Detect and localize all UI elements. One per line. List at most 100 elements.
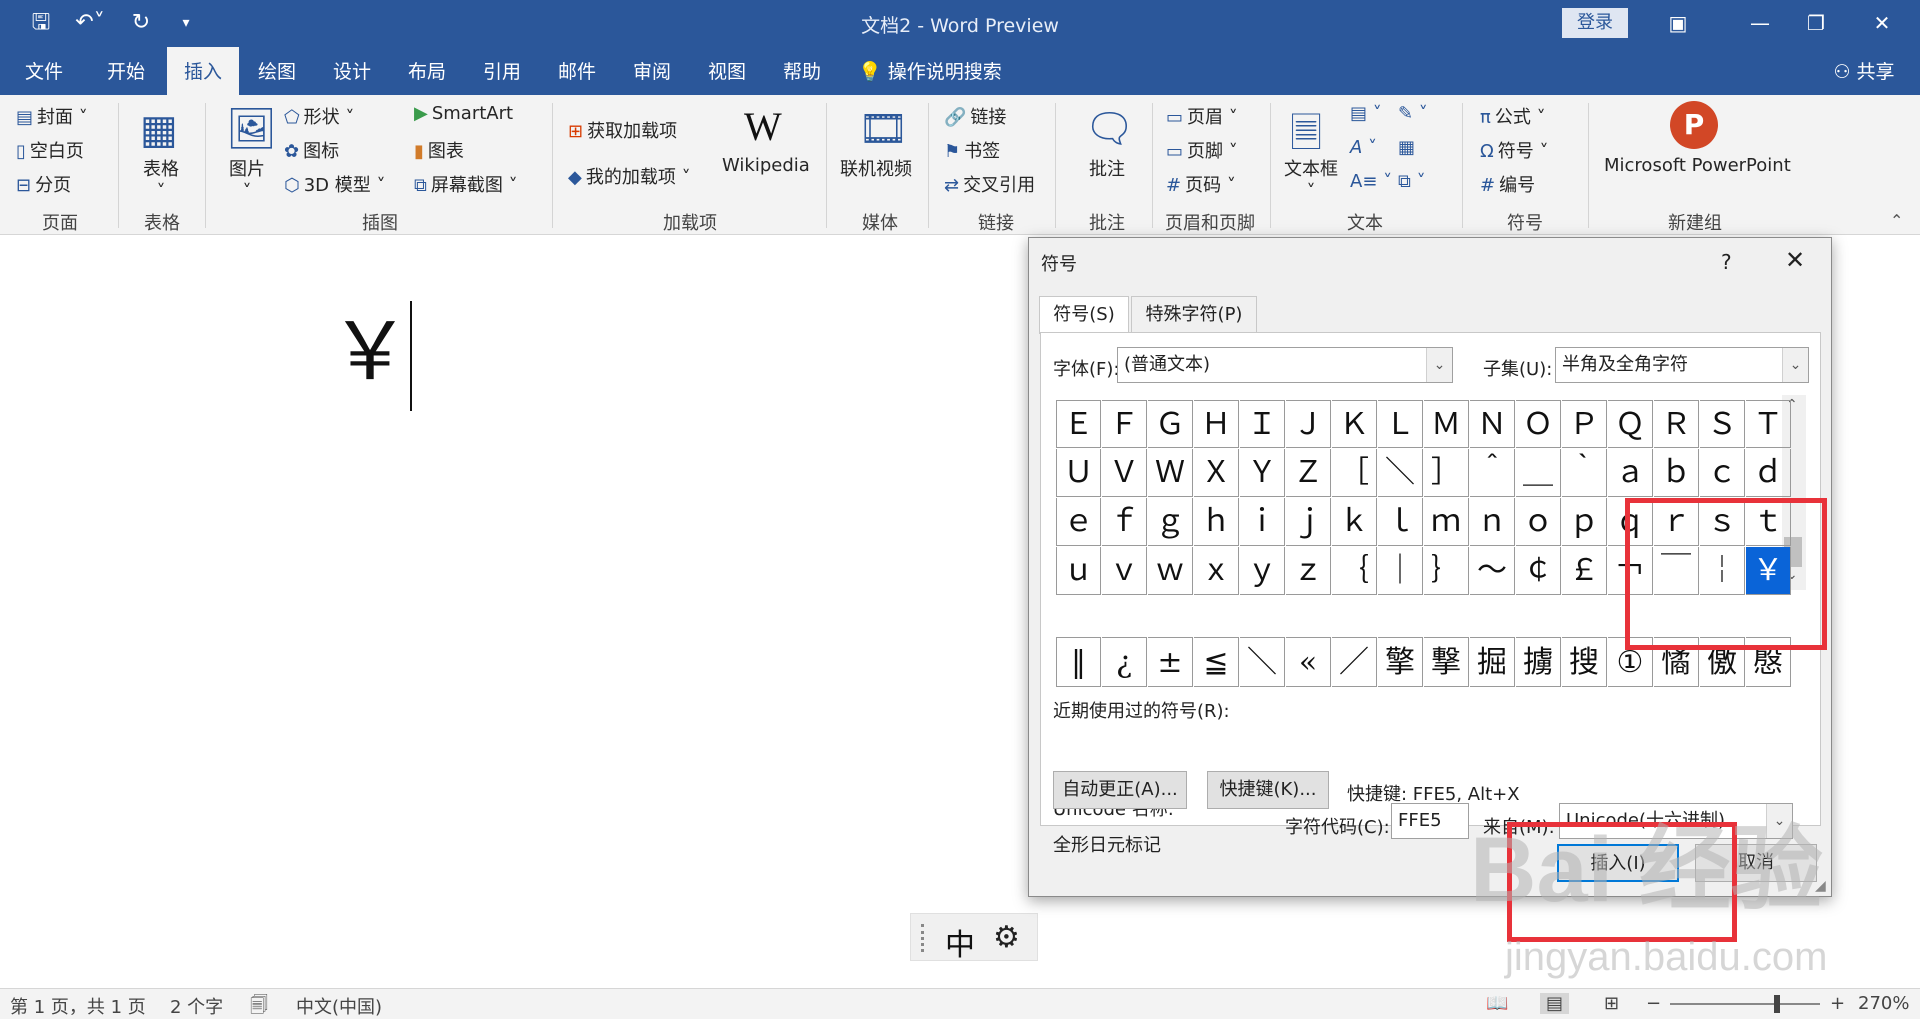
symbol-cell[interactable]: ｐ [1562, 498, 1607, 546]
tab-mailings[interactable]: 邮件 [545, 47, 609, 95]
symbol-cell[interactable]: Ｋ [1332, 400, 1377, 448]
symbol-button[interactable]: Ω 符号 ˅ [1480, 137, 1549, 163]
help-button[interactable]: ? [1721, 250, 1732, 274]
symbol-cell[interactable]: ｃ [1700, 449, 1745, 497]
symbol-cell[interactable]: Ｗ [1148, 449, 1193, 497]
symbol-cell[interactable]: ｏ [1516, 498, 1561, 546]
my-addins-button[interactable]: ◆ 我的加载项 ˅ [568, 163, 691, 189]
symbol-cell[interactable]: ｇ [1148, 498, 1193, 546]
ribbon-display-options-icon[interactable]: ▣ [1658, 6, 1698, 40]
drop-cap-icon[interactable]: A≡ ˅ [1350, 171, 1392, 192]
close-icon[interactable]: ✕ [1862, 6, 1902, 40]
date-time-icon[interactable]: ▦ [1398, 137, 1415, 158]
symbol-cell[interactable]: ＿ [1516, 449, 1561, 497]
shortcut-key-button[interactable]: 快捷键(K)... [1207, 771, 1329, 809]
cover-page-button[interactable]: ▤ 封面 ˅ [16, 103, 88, 129]
signature-line-icon[interactable]: ✎ ˅ [1398, 103, 1428, 124]
tab-help[interactable]: 帮助 [770, 47, 834, 95]
autocorrect-button[interactable]: 自动更正(A)... [1053, 771, 1187, 809]
recent-symbol-cell[interactable]: 擄 [1516, 637, 1561, 687]
ime-drag-handle[interactable] [921, 924, 924, 952]
symbol-cell[interactable]: ｄ [1746, 449, 1791, 497]
tell-me-search[interactable]: 💡 操作说明搜索 [858, 47, 1028, 95]
symbol-cell[interactable]: Ｑ [1608, 400, 1653, 448]
symbol-cell[interactable]: Ｓ [1700, 400, 1745, 448]
symbol-cell[interactable]: ｛ [1332, 547, 1377, 595]
symbol-cell[interactable]: ｚ [1286, 547, 1331, 595]
symbol-cell[interactable]: Ｅ [1056, 400, 1101, 448]
symbol-cell[interactable]: ｂ [1654, 449, 1699, 497]
symbol-cell[interactable]: Ｎ [1470, 400, 1515, 448]
symbol-cell[interactable]: ～ [1470, 547, 1515, 595]
table-button[interactable]: 表格 ˅ [143, 155, 179, 202]
restore-icon[interactable]: ❐ [1796, 6, 1836, 40]
font-select[interactable]: (普通文本) ⌄ [1117, 347, 1453, 383]
header-button[interactable]: ▭ 页眉 ˅ [1166, 103, 1238, 129]
subset-select[interactable]: 半角及全角字符 ⌄ [1555, 347, 1809, 383]
symbol-cell[interactable]: ａ [1608, 449, 1653, 497]
symbol-cell[interactable]: ｜ [1378, 547, 1423, 595]
symbol-cell[interactable]: ｌ [1378, 498, 1423, 546]
smartart-button[interactable]: ▶ SmartArt [414, 103, 513, 124]
recent-symbol-cell[interactable]: 擎 [1378, 637, 1423, 687]
symbol-cell[interactable]: Ｐ [1562, 400, 1607, 448]
recent-symbol-cell[interactable]: 撃 [1424, 637, 1469, 687]
symbol-cell[interactable]: ［ [1332, 449, 1377, 497]
shapes-button[interactable]: ⬠ 形状 ˅ [284, 103, 354, 129]
tab-file[interactable]: 文件 [12, 47, 76, 95]
symbol-cell[interactable]: Ｍ [1424, 400, 1469, 448]
symbol-cell[interactable]: ｗ [1148, 547, 1193, 595]
recent-symbol-cell[interactable]: ± [1148, 637, 1193, 687]
symbol-cell[interactable]: Ｇ [1148, 400, 1193, 448]
symbol-cell[interactable]: ＾ [1470, 449, 1515, 497]
symbol-cell[interactable]: ｍ [1424, 498, 1469, 546]
symbol-cell[interactable]: Ｙ [1240, 449, 1285, 497]
picture-button[interactable]: 图片 ˅ [229, 155, 265, 202]
language[interactable]: 中文(中国) [296, 993, 382, 1019]
gear-icon[interactable]: ⚙ [993, 920, 1020, 955]
zoom-slider-thumb[interactable] [1774, 995, 1780, 1013]
symbol-cell[interactable]: Ｕ [1056, 449, 1101, 497]
symbol-cell[interactable]: Ｒ [1654, 400, 1699, 448]
symbol-cell[interactable]: ｀ [1562, 449, 1607, 497]
symbol-cell[interactable]: Ｔ [1746, 400, 1791, 448]
minimize-icon[interactable]: — [1740, 6, 1780, 40]
symbol-cell[interactable]: Ｉ [1240, 400, 1285, 448]
tab-draw[interactable]: 绘图 [245, 47, 309, 95]
textbox-button[interactable]: 文本框 ˅ [1284, 155, 1338, 202]
symbol-cell[interactable]: ｎ [1470, 498, 1515, 546]
tab-layout[interactable]: 布局 [395, 47, 459, 95]
bookmark-button[interactable]: ⚑ 书签 [944, 137, 1000, 163]
ime-mode-toggle[interactable]: 中 [945, 920, 975, 964]
tab-symbols[interactable]: 符号(S) [1039, 296, 1129, 334]
recent-symbol-cell[interactable]: ¿ [1102, 637, 1147, 687]
symbol-cell[interactable]: ｕ [1056, 547, 1101, 595]
symbol-cell[interactable]: Ｚ [1286, 449, 1331, 497]
symbol-cell[interactable]: Ｌ [1378, 400, 1423, 448]
zoom-level[interactable]: 270% [1858, 993, 1909, 1014]
symbol-cell[interactable]: Ｈ [1194, 400, 1239, 448]
online-video-button[interactable]: 联机视频 [840, 155, 912, 181]
page-break-button[interactable]: ⊟ 分页 [16, 171, 71, 197]
symbol-cell[interactable]: Ｘ [1194, 449, 1239, 497]
symbol-cell[interactable]: ￡ [1562, 547, 1607, 595]
icons-button[interactable]: ✿ 图标 [284, 137, 339, 163]
wordart-icon[interactable]: 𝘈 ˅ [1350, 137, 1377, 158]
number-button[interactable]: # 编号 [1480, 171, 1535, 197]
object-icon[interactable]: ⧉ ˅ [1398, 171, 1426, 192]
share-button[interactable]: ⚇ 共享 [1816, 47, 1912, 95]
symbol-cell[interactable]: ｊ [1286, 498, 1331, 546]
page-count[interactable]: 第 1 页，共 1 页 [10, 993, 146, 1019]
web-layout-icon[interactable]: ⊞ [1604, 993, 1619, 1014]
tab-home[interactable]: 开始 [94, 47, 158, 95]
3d-model-button[interactable]: ⬡ 3D 模型 ˅ [284, 171, 386, 197]
symbol-cell[interactable]: ｘ [1194, 547, 1239, 595]
link-button[interactable]: 🔗 链接 [944, 103, 1006, 129]
quick-parts-icon[interactable]: ▤ ˅ [1350, 103, 1382, 124]
wikipedia-button[interactable]: Wikipedia [722, 155, 810, 176]
symbol-cell[interactable]: ｝ [1424, 547, 1469, 595]
close-icon[interactable]: ✕ [1785, 246, 1805, 274]
footer-button[interactable]: ▭ 页脚 ˅ [1166, 137, 1238, 163]
blank-page-button[interactable]: ▯ 空白页 [16, 137, 84, 163]
get-addins-button[interactable]: ⊞ 获取加载项 [568, 117, 677, 143]
